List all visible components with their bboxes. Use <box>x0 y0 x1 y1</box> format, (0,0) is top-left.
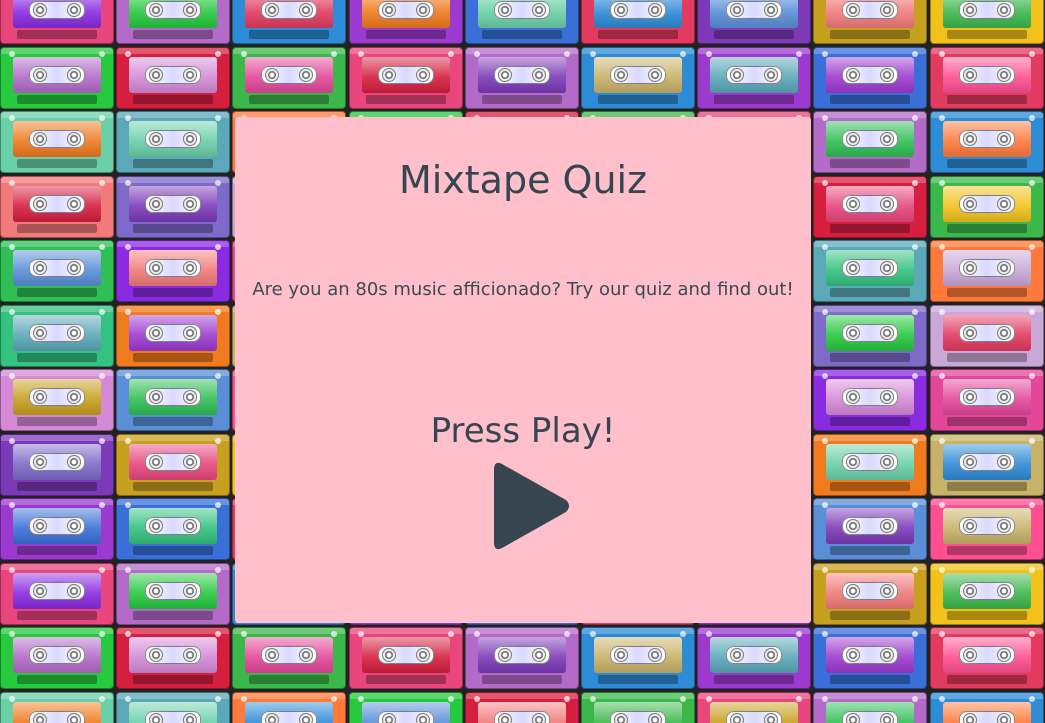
cassette-tape-icon <box>697 47 811 109</box>
cassette-tape-icon <box>930 627 1044 689</box>
cassette-tape-icon <box>0 692 114 723</box>
cassette-tape-icon <box>581 692 695 723</box>
cassette-tape-icon <box>930 240 1044 302</box>
cassette-tape-icon <box>0 627 114 689</box>
cassette-tape-icon <box>465 692 579 723</box>
cassette-tape-icon <box>930 0 1044 44</box>
cassette-tape-icon <box>697 692 811 723</box>
cassette-tape-icon <box>0 563 114 625</box>
cassette-tape-icon <box>0 305 114 367</box>
cassette-tape-icon <box>0 176 114 238</box>
cassette-tape-icon <box>581 627 695 689</box>
cassette-tape-icon <box>116 434 230 496</box>
cassette-tape-icon <box>0 0 114 44</box>
cassette-tape-icon <box>813 47 927 109</box>
cassette-tape-icon <box>116 627 230 689</box>
cassette-tape-icon <box>930 111 1044 173</box>
cassette-tape-icon <box>0 498 114 560</box>
cassette-tape-icon <box>232 0 346 44</box>
cassette-tape-icon <box>813 563 927 625</box>
cassette-tape-icon <box>232 627 346 689</box>
cassette-tape-icon <box>930 47 1044 109</box>
cassette-tape-icon <box>465 627 579 689</box>
cassette-tape-icon <box>581 47 695 109</box>
cassette-tape-icon <box>0 47 114 109</box>
quiz-intro-text: Are you an 80s music afficionado? Try ou… <box>252 279 794 300</box>
cassette-tape-icon <box>232 692 346 723</box>
cassette-tape-icon <box>930 434 1044 496</box>
cassette-tape-icon <box>813 240 927 302</box>
cassette-tape-icon <box>930 692 1044 723</box>
press-play-label: Press Play! <box>430 411 616 451</box>
play-icon <box>494 462 569 550</box>
cassette-tape-icon <box>116 563 230 625</box>
cassette-tape-icon <box>813 111 927 173</box>
cassette-tape-icon <box>813 176 927 238</box>
cassette-tape-icon <box>349 627 463 689</box>
cassette-tape-icon <box>697 627 811 689</box>
play-button[interactable] <box>490 460 572 552</box>
cassette-tape-icon <box>813 0 927 44</box>
cassette-tape-icon <box>930 305 1044 367</box>
cassette-tape-icon <box>0 369 114 431</box>
cassette-tape-icon <box>232 47 346 109</box>
cassette-tape-icon <box>116 240 230 302</box>
cassette-tape-icon <box>0 434 114 496</box>
cassette-tape-icon <box>930 369 1044 431</box>
cassette-tape-icon <box>116 0 230 44</box>
cassette-tape-icon <box>349 0 463 44</box>
cassette-tape-icon <box>349 692 463 723</box>
cassette-tape-icon <box>930 176 1044 238</box>
cassette-tape-icon <box>813 369 927 431</box>
cassette-tape-icon <box>0 111 114 173</box>
cassette-tape-icon <box>697 0 811 44</box>
cassette-tape-icon <box>581 0 695 44</box>
cassette-tape-icon <box>813 305 927 367</box>
page-title: Mixtape Quiz <box>398 158 648 202</box>
cassette-tape-icon <box>813 692 927 723</box>
cassette-tape-icon <box>465 47 579 109</box>
cassette-tape-icon <box>813 498 927 560</box>
cassette-tape-icon <box>116 47 230 109</box>
cassette-tape-icon <box>930 563 1044 625</box>
cassette-tape-icon <box>0 240 114 302</box>
cassette-tape-icon <box>349 47 463 109</box>
cassette-tape-icon <box>930 498 1044 560</box>
cassette-tape-icon <box>813 627 927 689</box>
quiz-card: Mixtape Quiz Are you an 80s music affici… <box>235 117 811 623</box>
cassette-tape-icon <box>116 111 230 173</box>
cassette-tape-icon <box>116 305 230 367</box>
cassette-tape-icon <box>465 0 579 44</box>
cassette-tape-icon <box>116 692 230 723</box>
cassette-tape-icon <box>116 498 230 560</box>
cassette-tape-icon <box>813 434 927 496</box>
cassette-tape-icon <box>116 369 230 431</box>
cassette-tape-icon <box>116 176 230 238</box>
